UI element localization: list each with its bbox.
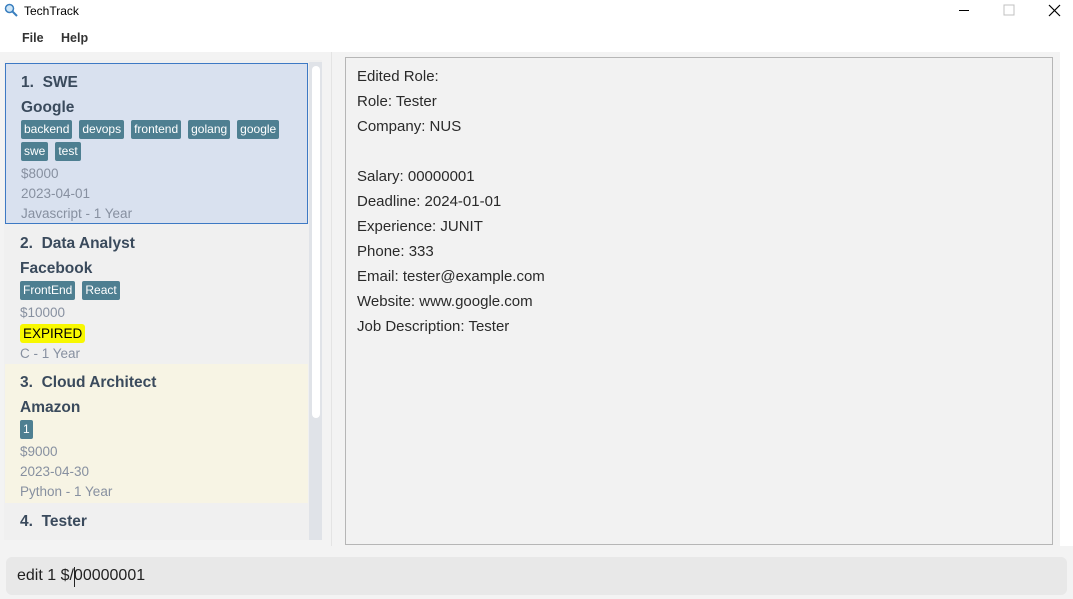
menu-file[interactable]: File — [22, 31, 44, 45]
tag: devops — [79, 120, 125, 139]
role-title: 4. Tester — [20, 509, 308, 534]
detail-heading: Edited Role: — [357, 68, 439, 85]
tag: backend — [21, 120, 73, 139]
tag: test — [55, 142, 81, 161]
detail-salary: Salary: 00000001 — [357, 168, 475, 185]
detail-company: Company: NUS — [357, 118, 462, 135]
tag-list: FrontEnd React — [20, 281, 308, 303]
detail-blank-line — [357, 139, 1052, 164]
role-card-1[interactable]: 1. SWE Google backend devops frontend go… — [5, 63, 308, 224]
command-input[interactable] — [17, 565, 1057, 587]
role-index: 3. — [20, 374, 33, 391]
role-company: Google — [21, 99, 75, 116]
role-list[interactable]: 1. SWE Google backend devops frontend go… — [4, 60, 322, 540]
expired-badge: EXPIRED — [20, 324, 86, 343]
role-name: SWE — [42, 74, 78, 91]
role-title: 2. Data Analyst — [20, 231, 308, 256]
tag-list: backend devops frontend golang google sw… — [21, 120, 307, 164]
magnifier-icon — [4, 3, 18, 17]
detail-experience: Experience: JUNIT — [357, 218, 483, 235]
detail-website: Website: www.google.com — [357, 293, 533, 310]
role-salary: $8000 — [21, 166, 59, 181]
role-deadline: 2023-04-01 — [21, 186, 91, 201]
role-deadline: 2023-04-30 — [20, 464, 90, 479]
tag: swe — [21, 142, 49, 161]
tag: 1 — [20, 420, 33, 439]
result-display: Edited Role: Role: Tester Company: NUS S… — [345, 57, 1053, 545]
menu-help[interactable]: Help — [61, 31, 88, 45]
tag: React — [82, 281, 120, 300]
role-experience: C - 1 Year — [20, 346, 81, 361]
detail-scrollbar[interactable] — [1060, 52, 1073, 546]
tag: frontend — [131, 120, 182, 139]
role-name: Cloud Architect — [41, 374, 157, 391]
tag-list: 1 — [20, 420, 308, 442]
role-salary: $10000 — [20, 305, 66, 320]
role-card-4[interactable]: 4. Tester — [5, 503, 308, 540]
detail-role: Role: Tester — [357, 93, 437, 110]
detail-deadline: Deadline: 2024-01-01 — [357, 193, 502, 210]
tag: FrontEnd — [20, 281, 76, 300]
role-name: Data Analyst — [41, 235, 135, 252]
detail-job-description: Job Description: Tester — [357, 318, 510, 335]
text-caret — [74, 567, 75, 587]
role-index: 4. — [20, 513, 33, 530]
role-experience: Javascript - 1 Year — [21, 206, 133, 221]
role-salary: $9000 — [20, 444, 58, 459]
command-box[interactable] — [6, 557, 1067, 595]
close-icon[interactable] — [1031, 0, 1073, 22]
role-card-3[interactable]: 3. Cloud Architect Amazon 1 $9000 2023-0… — [5, 364, 308, 503]
maximize-icon[interactable] — [986, 0, 1032, 22]
tag: golang — [188, 120, 231, 139]
title-bar: TechTrack — [0, 0, 1073, 25]
menu-bar: File Help — [0, 25, 1073, 52]
detail-email: Email: tester@example.com — [357, 268, 545, 285]
minimize-icon[interactable] — [941, 0, 987, 22]
role-title: 1. SWE — [21, 70, 307, 95]
list-scrollbar-thumb[interactable] — [312, 66, 320, 418]
panel-divider[interactable] — [331, 52, 332, 546]
role-company: Amazon — [20, 399, 81, 416]
role-company: Facebook — [20, 260, 93, 277]
detail-phone: Phone: 333 — [357, 243, 434, 260]
role-experience: Python - 1 Year — [20, 484, 113, 499]
role-title: 3. Cloud Architect — [20, 370, 308, 395]
role-card-2[interactable]: 2. Data Analyst Facebook FrontEnd React … — [5, 225, 308, 363]
role-name: Tester — [41, 513, 87, 530]
window-title: TechTrack — [24, 4, 79, 18]
role-index: 1. — [21, 74, 34, 91]
tag: google — [237, 120, 280, 139]
role-index: 2. — [20, 235, 33, 252]
app-window: TechTrack File Help 1. SWE Google backen… — [0, 0, 1073, 599]
